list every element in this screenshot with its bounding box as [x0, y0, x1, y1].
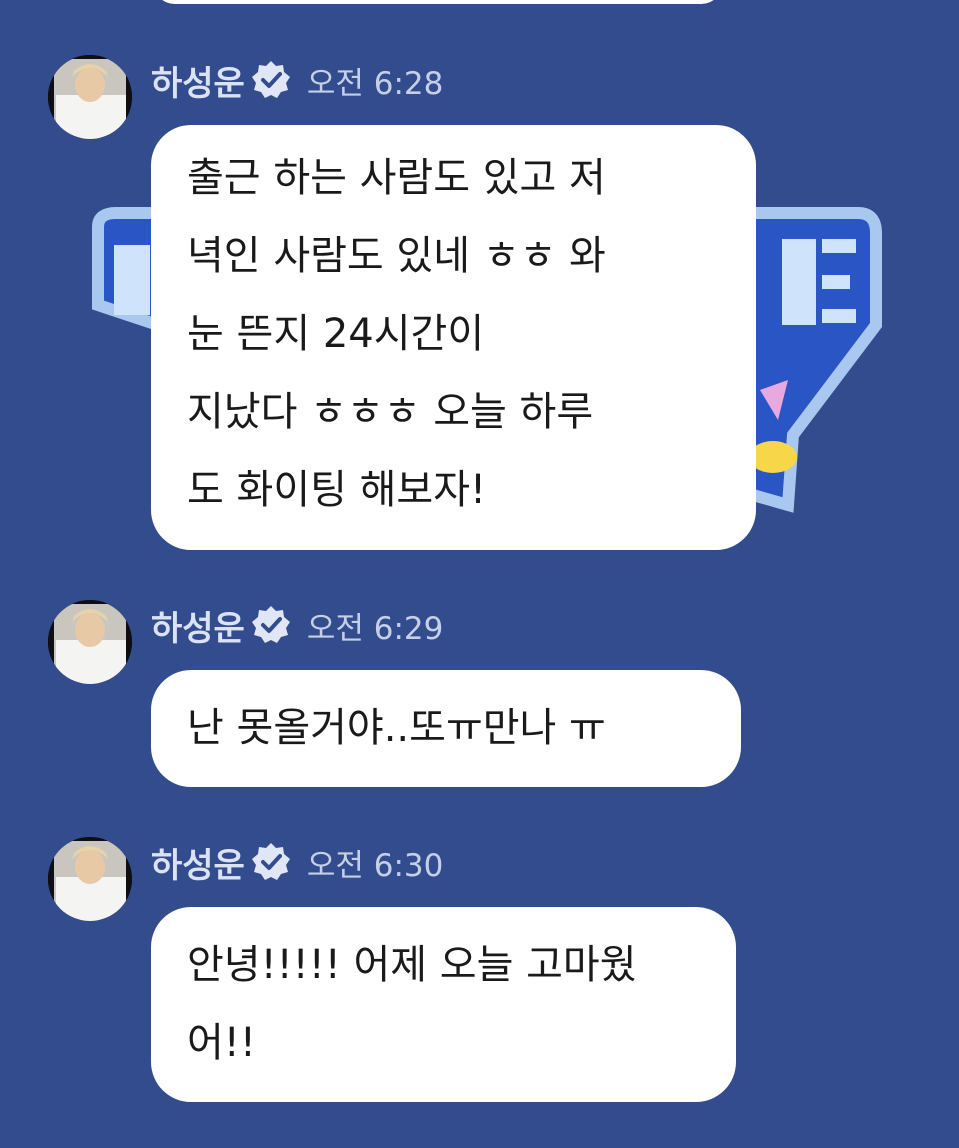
verified-badge-icon [251, 606, 290, 643]
message-header: 하성운 오전 6:28 [151, 55, 443, 105]
timestamp: 오전 6:30 [306, 847, 444, 884]
author-name[interactable]: 하성운 [151, 56, 245, 105]
message-line: 눈 뜬지 24시간이 [187, 311, 485, 357]
avatar[interactable] [48, 55, 132, 139]
message-line: 난 못올거야..또ㅠ만나 ㅠ [187, 705, 606, 751]
author-name[interactable]: 하성운 [151, 838, 245, 887]
message-line: 녁인 사람도 있네 ㅎㅎ 와 [187, 233, 606, 279]
message-bubble[interactable]: 출근 하는 사람도 있고 저 녁인 사람도 있네 ㅎㅎ 와 눈 뜬지 24시간이… [151, 125, 756, 550]
previous-message-bubble [153, 0, 723, 4]
avatar[interactable] [48, 600, 132, 684]
avatar-photo-icon [48, 600, 132, 684]
message-bubble[interactable]: 난 못올거야..또ㅠ만나 ㅠ [151, 670, 741, 787]
avatar[interactable] [48, 837, 132, 921]
message-line: 지났다 ㅎㅎㅎ 오늘 하루 [187, 389, 594, 435]
message-line: 도 화이팅 해보자! [187, 467, 487, 513]
message-bubble[interactable]: 안녕!!!!! 어제 오늘 고마웠 어!! [151, 907, 736, 1102]
verified-badge-icon [251, 843, 290, 880]
timestamp: 오전 6:29 [306, 610, 444, 647]
message-line: 안녕!!!!! 어제 오늘 고마웠 [187, 942, 637, 988]
message-line: 어!! [187, 1020, 256, 1066]
message-line: 출근 하는 사람도 있고 저 [187, 155, 606, 201]
timestamp: 오전 6:28 [306, 65, 444, 102]
message-header: 하성운 오전 6:30 [151, 837, 443, 887]
avatar-photo-icon [48, 55, 132, 139]
author-name[interactable]: 하성운 [151, 601, 245, 650]
avatar-photo-icon [48, 837, 132, 921]
message-header: 하성운 오전 6:29 [151, 600, 443, 650]
verified-badge-icon [251, 61, 290, 98]
